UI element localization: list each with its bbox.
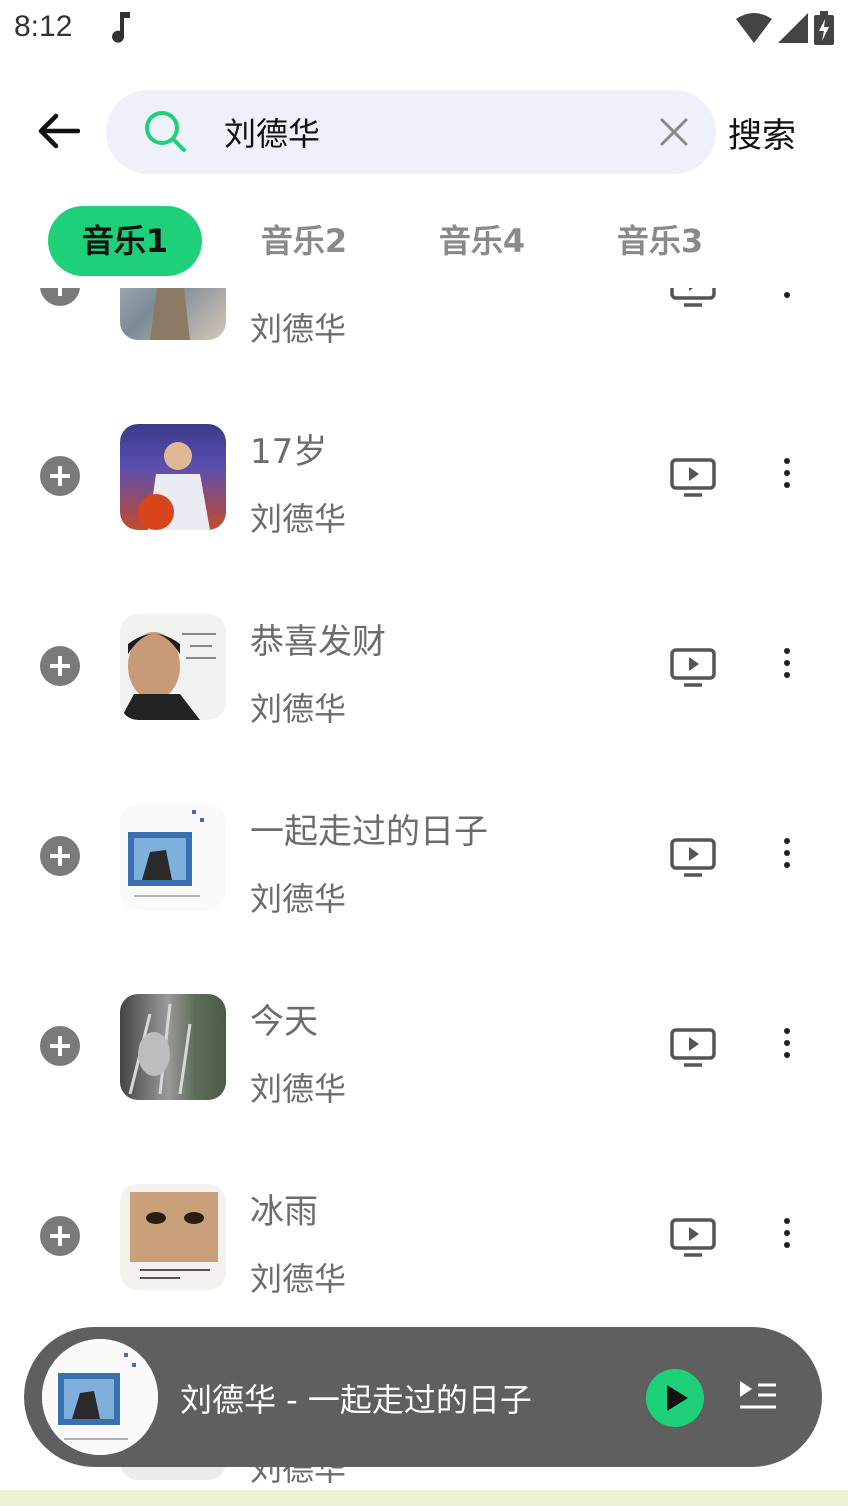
mv-play-icon[interactable]	[670, 1218, 716, 1258]
tab-music2[interactable]: 音乐2	[230, 206, 378, 276]
list-item[interactable]: 刘德华	[0, 288, 848, 380]
song-artist: 刘德华	[250, 310, 347, 348]
queue-list-icon[interactable]	[738, 1377, 778, 1417]
album-cover	[120, 288, 226, 340]
tab-music1[interactable]: 音乐1	[48, 206, 202, 276]
album-cover	[120, 424, 226, 530]
song-title: 一起走过的日子	[250, 812, 488, 852]
song-title: 冰雨	[250, 1192, 318, 1232]
plus-icon[interactable]	[40, 836, 80, 876]
more-vert-icon[interactable]	[774, 288, 800, 304]
search-row: 搜索	[0, 90, 848, 174]
song-title: 恭喜发财	[250, 622, 386, 662]
more-vert-icon[interactable]	[774, 458, 800, 494]
search-icon	[145, 111, 186, 152]
plus-icon[interactable]	[40, 1026, 80, 1066]
song-artist: 刘德华	[250, 690, 347, 728]
play-icon	[667, 1385, 688, 1411]
source-tabs: 音乐1 音乐2 音乐4 音乐3	[0, 206, 848, 278]
list-item[interactable]: 17岁 刘德华	[0, 380, 848, 570]
clear-icon[interactable]	[656, 114, 692, 150]
back-arrow-icon	[38, 113, 80, 149]
plus-icon[interactable]	[40, 646, 80, 686]
play-button[interactable]	[646, 1369, 704, 1427]
list-item[interactable]: 恭喜发财 刘德华	[0, 570, 848, 760]
song-title: 今天	[250, 1002, 318, 1042]
wifi-icon	[736, 13, 772, 43]
tab-music4[interactable]: 音乐4	[408, 206, 556, 276]
status-bar: 8:12	[0, 0, 848, 56]
list-item[interactable]: 今天 刘德华	[0, 950, 848, 1140]
more-vert-icon[interactable]	[774, 1028, 800, 1064]
player-album-cover[interactable]	[42, 1339, 158, 1455]
list-item[interactable]: 冰雨 刘德华	[0, 1140, 848, 1330]
plus-icon[interactable]	[40, 1216, 80, 1256]
song-title: 17岁	[250, 432, 328, 472]
song-artist: 刘德华	[250, 1070, 347, 1108]
album-cover	[120, 614, 226, 720]
mv-play-icon[interactable]	[670, 838, 716, 878]
tab-music3[interactable]: 音乐3	[586, 206, 734, 276]
status-time: 8:12	[14, 10, 73, 43]
search-input[interactable]	[224, 108, 644, 156]
back-button[interactable]	[32, 104, 86, 158]
plus-icon[interactable]	[40, 456, 80, 496]
mv-play-icon[interactable]	[670, 288, 716, 308]
bottom-edge	[0, 1490, 848, 1506]
song-list[interactable]: 刘德华 17岁 刘德华 恭喜发财 刘德华 一起走过的日子 刘德华 今天 刘德华 …	[0, 288, 848, 1506]
search-submit-button[interactable]: 搜索	[728, 108, 796, 157]
more-vert-icon[interactable]	[774, 648, 800, 684]
music-note-icon	[112, 12, 130, 43]
now-playing-text[interactable]: 刘德华 - 一起走过的日子	[180, 1375, 532, 1421]
song-artist: 刘德华	[250, 500, 347, 538]
signal-icon	[778, 13, 808, 43]
mv-play-icon[interactable]	[670, 648, 716, 688]
mini-player[interactable]: 刘德华 - 一起走过的日子	[24, 1327, 822, 1467]
album-cover	[120, 994, 226, 1100]
album-cover	[120, 804, 226, 910]
mv-play-icon[interactable]	[670, 458, 716, 498]
song-artist: 刘德华	[250, 880, 347, 918]
album-cover	[120, 1184, 226, 1290]
mv-play-icon[interactable]	[670, 1028, 716, 1068]
more-vert-icon[interactable]	[774, 1218, 800, 1254]
search-box[interactable]	[106, 90, 716, 174]
song-artist: 刘德华	[250, 1260, 347, 1298]
status-icons	[736, 8, 834, 48]
plus-icon[interactable]	[40, 288, 80, 306]
battery-icon	[814, 11, 834, 45]
more-vert-icon[interactable]	[774, 838, 800, 874]
list-item[interactable]: 一起走过的日子 刘德华	[0, 760, 848, 950]
